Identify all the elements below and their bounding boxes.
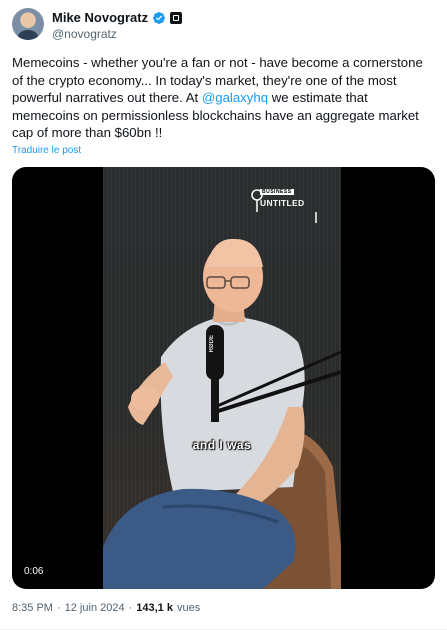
channel-logo-small-text: BUSINESS [260, 189, 294, 195]
video-duration: 0:06 [20, 564, 48, 579]
tweet-meta: 8:35 PM · 12 juin 2024 · 143,1 k vues [12, 602, 200, 614]
views-label: vues [176, 602, 201, 614]
video-player[interactable]: BUSINESS UNTITLED RØDE and I was 0:06 [12, 167, 435, 589]
mic-brand-label: RØDE [209, 335, 215, 353]
tweet-header: Mike Novogratz @novogratz [12, 8, 435, 42]
tweet-time[interactable]: 8:35 PM [12, 602, 53, 614]
channel-logo-text: UNTITLED [260, 198, 305, 208]
author-handle[interactable]: @novogratz [52, 27, 117, 41]
views-count[interactable]: 143,1 k [136, 602, 173, 614]
author-name[interactable]: Mike Novogratz [52, 10, 148, 26]
author-name-row: Mike Novogratz [52, 10, 183, 26]
video-scene [103, 189, 341, 589]
verified-badge-icon[interactable] [152, 11, 166, 25]
video-frame[interactable]: BUSINESS UNTITLED RØDE and I was [103, 167, 341, 589]
organization-badge-icon[interactable] [170, 12, 183, 24]
mention-link[interactable]: @galaxyhq [202, 90, 268, 105]
tweet-text: Memecoins - whether you're a fan or not … [12, 54, 436, 142]
avatar[interactable] [12, 8, 44, 40]
meta-separator-2: · [128, 602, 133, 614]
tweet-date[interactable]: 12 juin 2024 [65, 602, 125, 614]
translate-post-link[interactable]: Traduire le post [12, 145, 81, 156]
meta-separator: · [56, 602, 61, 614]
video-caption: and I was [192, 438, 252, 452]
